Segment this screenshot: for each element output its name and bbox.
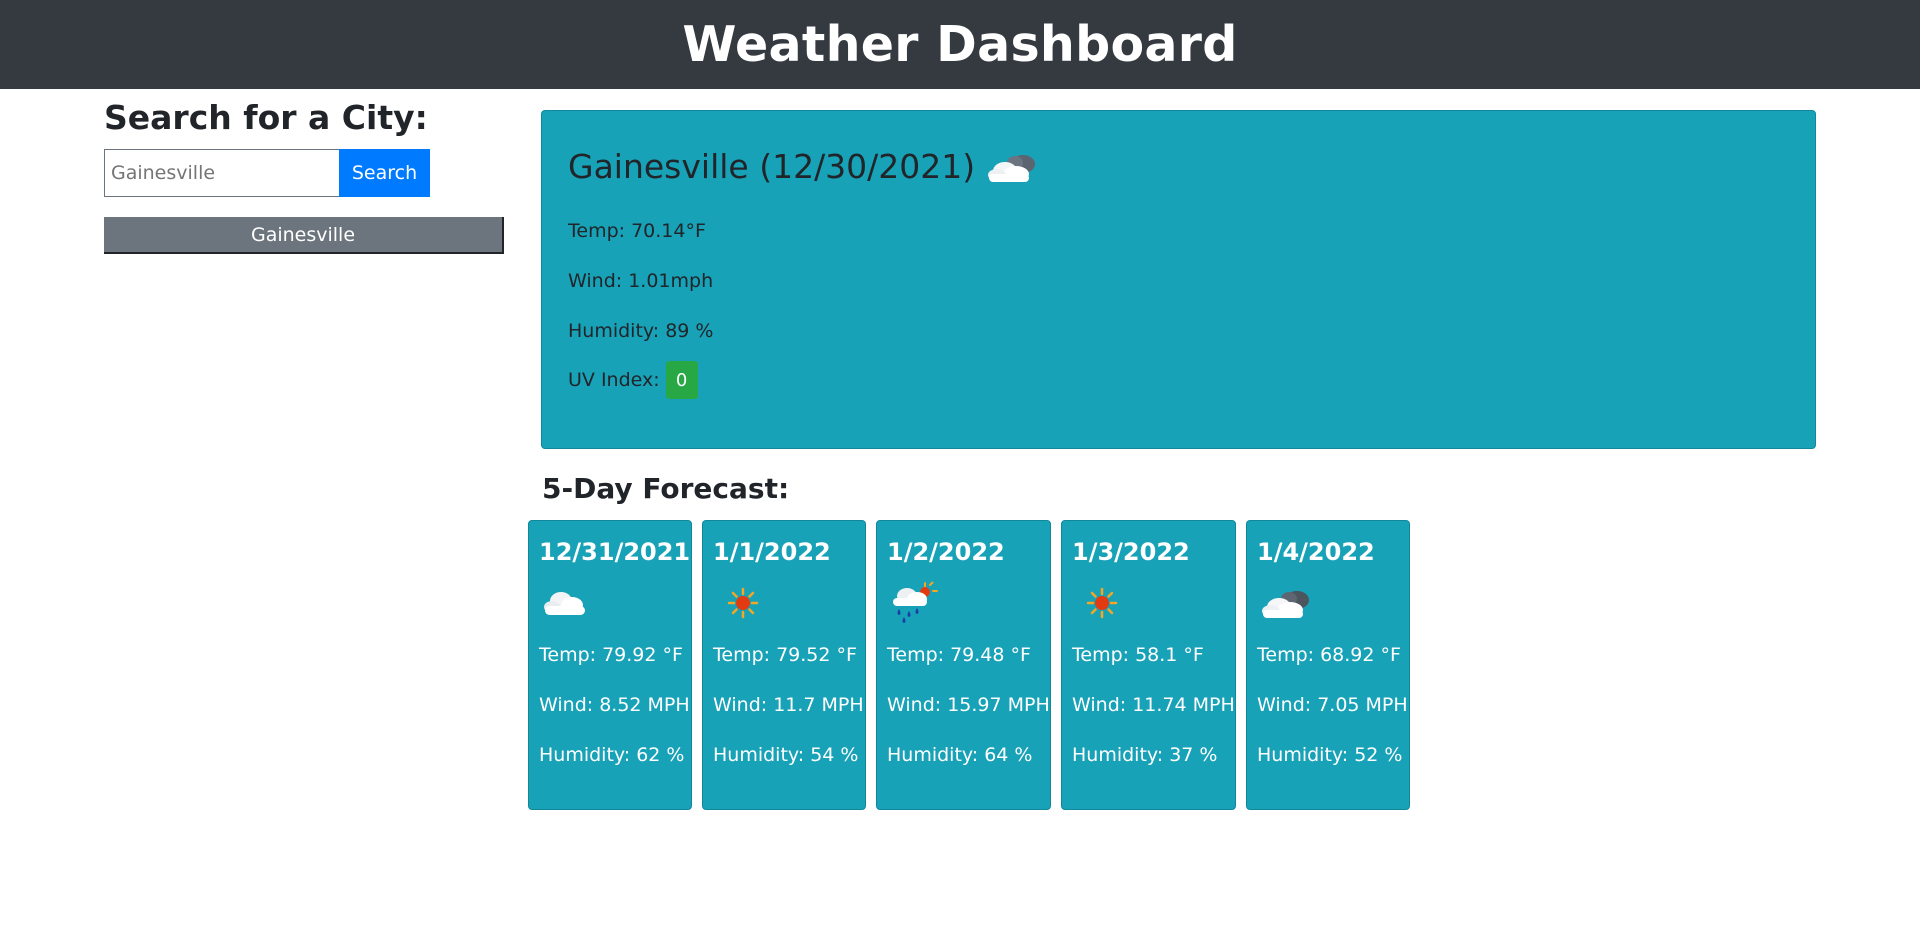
cloud-sun-icon bbox=[983, 147, 1043, 187]
forecast-humidity: Humidity: 54 % bbox=[713, 744, 859, 766]
search-button[interactable]: Search bbox=[339, 149, 430, 197]
page-title: Weather Dashboard bbox=[682, 16, 1238, 73]
current-wind: Wind: 1.01mph bbox=[568, 270, 714, 292]
forecast-card: 1/2/2022 Temp: 79.48 °F Wind: 15.97 MPH … bbox=[876, 520, 1051, 810]
forecast-temp: Temp: 79.92 °F bbox=[539, 644, 683, 666]
forecast-card: 1/3/2022 Temp: 58.1 °F Wind: 11.74 MPH H… bbox=[1061, 520, 1236, 810]
sun-icon bbox=[1072, 583, 1124, 623]
city-search-input[interactable] bbox=[104, 149, 339, 197]
forecast-date: 1/1/2022 bbox=[713, 538, 831, 566]
forecast-wind: Wind: 8.52 MPH bbox=[539, 694, 690, 716]
forecast-humidity: Humidity: 52 % bbox=[1257, 744, 1403, 766]
search-panel: Search for a City: Search Gainesville bbox=[104, 95, 504, 254]
forecast-humidity: Humidity: 62 % bbox=[539, 744, 685, 766]
forecast-card: 12/31/2021 Temp: 79.92 °F Wind: 8.52 MPH… bbox=[528, 520, 692, 810]
forecast-temp: Temp: 79.48 °F bbox=[887, 644, 1031, 666]
current-temp: Temp: 70.14°F bbox=[568, 220, 706, 242]
forecast-temp: Temp: 58.1 °F bbox=[1072, 644, 1204, 666]
forecast-wind: Wind: 7.05 MPH bbox=[1257, 694, 1408, 716]
forecast-temp: Temp: 79.52 °F bbox=[713, 644, 857, 666]
search-row: Search bbox=[104, 149, 504, 197]
rain-sun-icon bbox=[887, 581, 939, 625]
current-humidity: Humidity: 89 % bbox=[568, 320, 714, 342]
forecast-date: 1/3/2022 bbox=[1072, 538, 1190, 566]
broken-clouds-icon bbox=[1257, 583, 1317, 623]
sun-icon bbox=[713, 583, 765, 623]
history-item-gainesville[interactable]: Gainesville bbox=[104, 217, 504, 254]
forecast-heading: 5-Day Forecast: bbox=[542, 472, 790, 505]
header-bar: Weather Dashboard bbox=[0, 0, 1920, 89]
forecast-date: 1/4/2022 bbox=[1257, 538, 1375, 566]
forecast-card: 1/1/2022 Temp: 79.52 °F Wind: 11.7 MPH H… bbox=[702, 520, 866, 810]
forecast-temp: Temp: 68.92 °F bbox=[1257, 644, 1401, 666]
uv-index-row: UV Index: 0 bbox=[568, 361, 1789, 399]
current-weather-title: Gainesville (12/30/2021) bbox=[568, 145, 1789, 189]
forecast-date: 12/31/2021 bbox=[539, 538, 691, 566]
forecast-wind: Wind: 11.74 MPH bbox=[1072, 694, 1235, 716]
cloud-icon bbox=[539, 585, 591, 621]
uv-index-label: UV Index: bbox=[568, 369, 660, 391]
forecast-wind: Wind: 15.97 MPH bbox=[887, 694, 1050, 716]
uv-index-badge: 0 bbox=[665, 361, 698, 399]
forecast-humidity: Humidity: 64 % bbox=[887, 744, 1033, 766]
forecast-wind: Wind: 11.7 MPH bbox=[713, 694, 864, 716]
forecast-humidity: Humidity: 37 % bbox=[1072, 744, 1218, 766]
forecast-date: 1/2/2022 bbox=[887, 538, 1005, 566]
current-city-date: Gainesville (12/30/2021) bbox=[568, 147, 976, 186]
search-heading: Search for a City: bbox=[104, 98, 428, 137]
forecast-card: 1/4/2022 Temp: 68.92 °F Wind: 7.05 MPH H… bbox=[1246, 520, 1410, 810]
current-weather-card: Gainesville (12/30/2021) Temp: 70.14°F W… bbox=[541, 110, 1816, 449]
